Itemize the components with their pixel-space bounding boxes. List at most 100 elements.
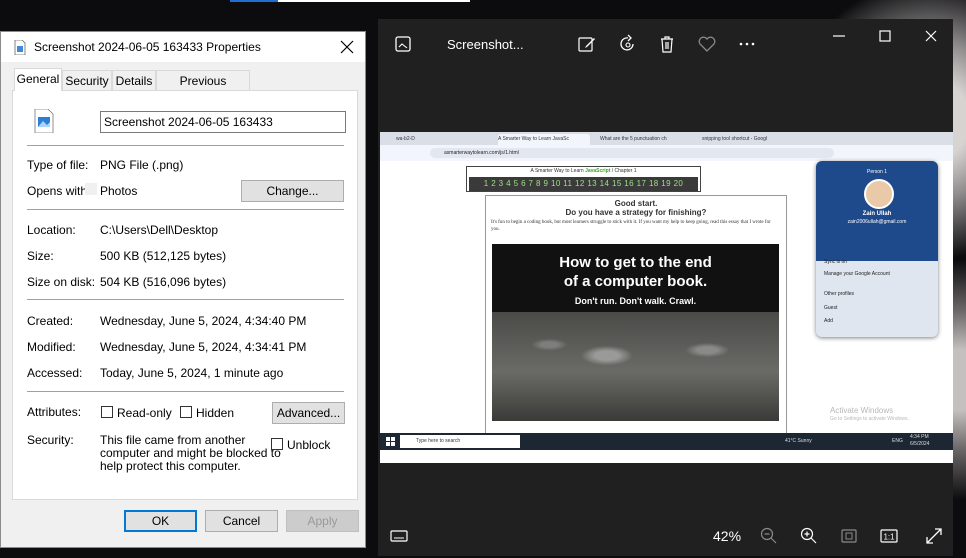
- banner-line-2: of a computer book.: [563, 273, 708, 290]
- viewer-title: Screenshot...: [447, 37, 524, 52]
- rotate-icon[interactable]: [618, 34, 638, 54]
- browser-tab: wa-b2-D: [396, 136, 415, 142]
- cancel-button[interactable]: Cancel: [205, 510, 278, 532]
- photos-viewer-window: Screenshot... wa-b2-D A Smarter Way to L…: [378, 19, 953, 556]
- security-label: Security:: [27, 433, 74, 447]
- svg-text:1:1: 1:1: [883, 533, 895, 542]
- embedded-taskbar: Type here to search 41°C Sunny ENG 4:34 …: [380, 433, 953, 450]
- modified-label: Modified:: [27, 340, 76, 354]
- chrome-profile-popup: Person 1 Zain Ullah zain2006ullah@gmail.…: [816, 161, 938, 337]
- image-file-icon: [14, 40, 26, 55]
- profile-other: Other profiles: [824, 291, 855, 297]
- displayed-image: wa-b2-D A Smarter Way to Learn JavaSc Wh…: [380, 132, 953, 463]
- divider: [27, 391, 344, 392]
- page-content: Good start. Do you have a strategy for f…: [485, 195, 787, 437]
- size-on-disk-label: Size on disk:: [27, 275, 96, 289]
- viewer-status-bar: 42% 1:1: [378, 516, 953, 556]
- image-file-icon: [34, 109, 54, 133]
- tab-details[interactable]: Details: [112, 70, 156, 90]
- window-edge-highlight: [230, 0, 278, 2]
- close-icon[interactable]: [337, 37, 357, 57]
- chapter-title: A Smarter Way to Learn JavaScript / Chap…: [467, 168, 700, 174]
- unblock-checkbox[interactable]: [271, 438, 283, 450]
- dialog-title: Screenshot 2024-06-05 163433 Properties: [34, 40, 261, 54]
- activate-windows-subtext: Go to Settings to activate Windows.: [830, 416, 909, 422]
- readonly-checkbox[interactable]: [101, 406, 113, 418]
- change-button[interactable]: Change...: [241, 180, 344, 202]
- modified-value: Wednesday, June 5, 2024, 4:34:41 PM: [100, 340, 307, 354]
- attributes-label: Attributes:: [27, 405, 82, 419]
- crawling-people-photo: [492, 312, 779, 421]
- minimize-icon[interactable]: [829, 26, 849, 46]
- browser-url: asmarterwaytolearn.com/js/1.html: [430, 148, 834, 158]
- divider: [27, 209, 344, 210]
- profile-email: zain2006ullah@gmail.com: [847, 219, 907, 225]
- fit-to-window-icon[interactable]: [839, 526, 859, 546]
- web-page: A Smarter Way to Learn JavaScript / Chap…: [380, 161, 953, 437]
- size-value: 500 KB (512,125 bytes): [100, 249, 227, 263]
- zoom-in-icon[interactable]: [799, 526, 819, 546]
- heading-2: Do you have a strategy for finishing?: [565, 208, 707, 217]
- profile-header: Person 1 Zain Ullah zain2006ullah@gmail.…: [816, 161, 938, 261]
- language-indicator: ENG: [892, 438, 903, 444]
- general-panel: Screenshot 2024-06-05 163433 Type of fil…: [12, 90, 358, 500]
- tab-general[interactable]: General: [14, 68, 62, 91]
- hidden-checkbox[interactable]: [180, 406, 192, 418]
- profile-name: Zain Ullah: [862, 211, 892, 217]
- banner-line-3: Don't run. Don't walk. Crawl.: [574, 296, 697, 306]
- banner-line-1: How to get to the end: [559, 254, 712, 271]
- photos-app-icon: [85, 183, 97, 195]
- photos-app-icon: [395, 36, 411, 52]
- chapter-numbers: 1 2 3 4 5 6 7 8 9 10 11 12 13 14 15 16 1…: [469, 177, 698, 191]
- close-icon[interactable]: [921, 26, 941, 46]
- full-screen-icon[interactable]: [924, 526, 944, 546]
- more-options-icon[interactable]: [737, 34, 757, 54]
- edit-image-icon[interactable]: [577, 34, 597, 54]
- created-label: Created:: [27, 314, 74, 328]
- filename-input[interactable]: Screenshot 2024-06-05 163433: [100, 111, 346, 133]
- filmstrip-icon[interactable]: [389, 526, 409, 546]
- avatar: [864, 179, 894, 209]
- zoom-level: 42%: [713, 528, 742, 544]
- chapter-title-js: JavaScript: [585, 168, 611, 174]
- browser-address-bar: asmarterwaytolearn.com/js/1.html: [380, 145, 953, 161]
- zoom-out-icon[interactable]: [759, 526, 779, 546]
- divider: [27, 145, 344, 146]
- security-text-line: This file came from another: [100, 433, 246, 447]
- browser-tab: What are the 5 punctuation ch: [600, 136, 667, 142]
- advanced-button[interactable]: Advanced...: [272, 402, 345, 424]
- profile-label: Person 1: [866, 169, 887, 175]
- opens-with-value: Photos: [100, 184, 138, 198]
- security-text-line: computer and might be blocked to: [100, 446, 281, 460]
- chapter-title-suffix: / Chapter 1: [610, 168, 637, 174]
- size-on-disk-value: 504 KB (516,096 bytes): [100, 275, 227, 289]
- taskbar-search: Type here to search: [400, 435, 520, 448]
- maximize-icon[interactable]: [875, 26, 895, 46]
- browser-tab-strip: wa-b2-D A Smarter Way to Learn JavaSc Wh…: [380, 132, 953, 145]
- properties-dialog: Screenshot 2024-06-05 163433 Properties …: [0, 31, 366, 548]
- type-label: Type of file:: [27, 158, 89, 172]
- profile-add: Add: [824, 318, 833, 324]
- profile-sync: Sync is on: [824, 259, 848, 265]
- delete-icon[interactable]: [657, 34, 677, 54]
- tab-security[interactable]: Security: [62, 70, 112, 90]
- window-edge-strip: [230, 0, 470, 2]
- tab-previous-versions[interactable]: Previous Versions: [156, 70, 250, 108]
- intro-paragraph: It's fun to begin a coding book, but mos…: [491, 220, 771, 232]
- created-value: Wednesday, June 5, 2024, 4:34:40 PM: [100, 314, 307, 328]
- apply-button[interactable]: Apply: [286, 510, 359, 532]
- actual-size-icon[interactable]: 1:1: [879, 526, 899, 546]
- hidden-label: Hidden: [196, 406, 235, 420]
- activate-windows-watermark: Activate Windows: [830, 406, 894, 415]
- ok-button[interactable]: OK: [124, 510, 197, 532]
- type-value: PNG File (.png): [100, 158, 184, 172]
- heading-1: Good start.: [614, 199, 658, 208]
- unblock-label: Unblock: [287, 438, 331, 452]
- divider: [27, 299, 344, 300]
- browser-tab: snipping tool shortcut - Googl: [702, 136, 768, 142]
- favorite-heart-icon[interactable]: [697, 34, 717, 54]
- taskbar-time: 4:34 PM: [910, 434, 929, 440]
- readonly-label: Read-only: [117, 406, 172, 420]
- size-label: Size:: [27, 249, 54, 263]
- chapter-bar: A Smarter Way to Learn JavaScript / Chap…: [466, 166, 701, 192]
